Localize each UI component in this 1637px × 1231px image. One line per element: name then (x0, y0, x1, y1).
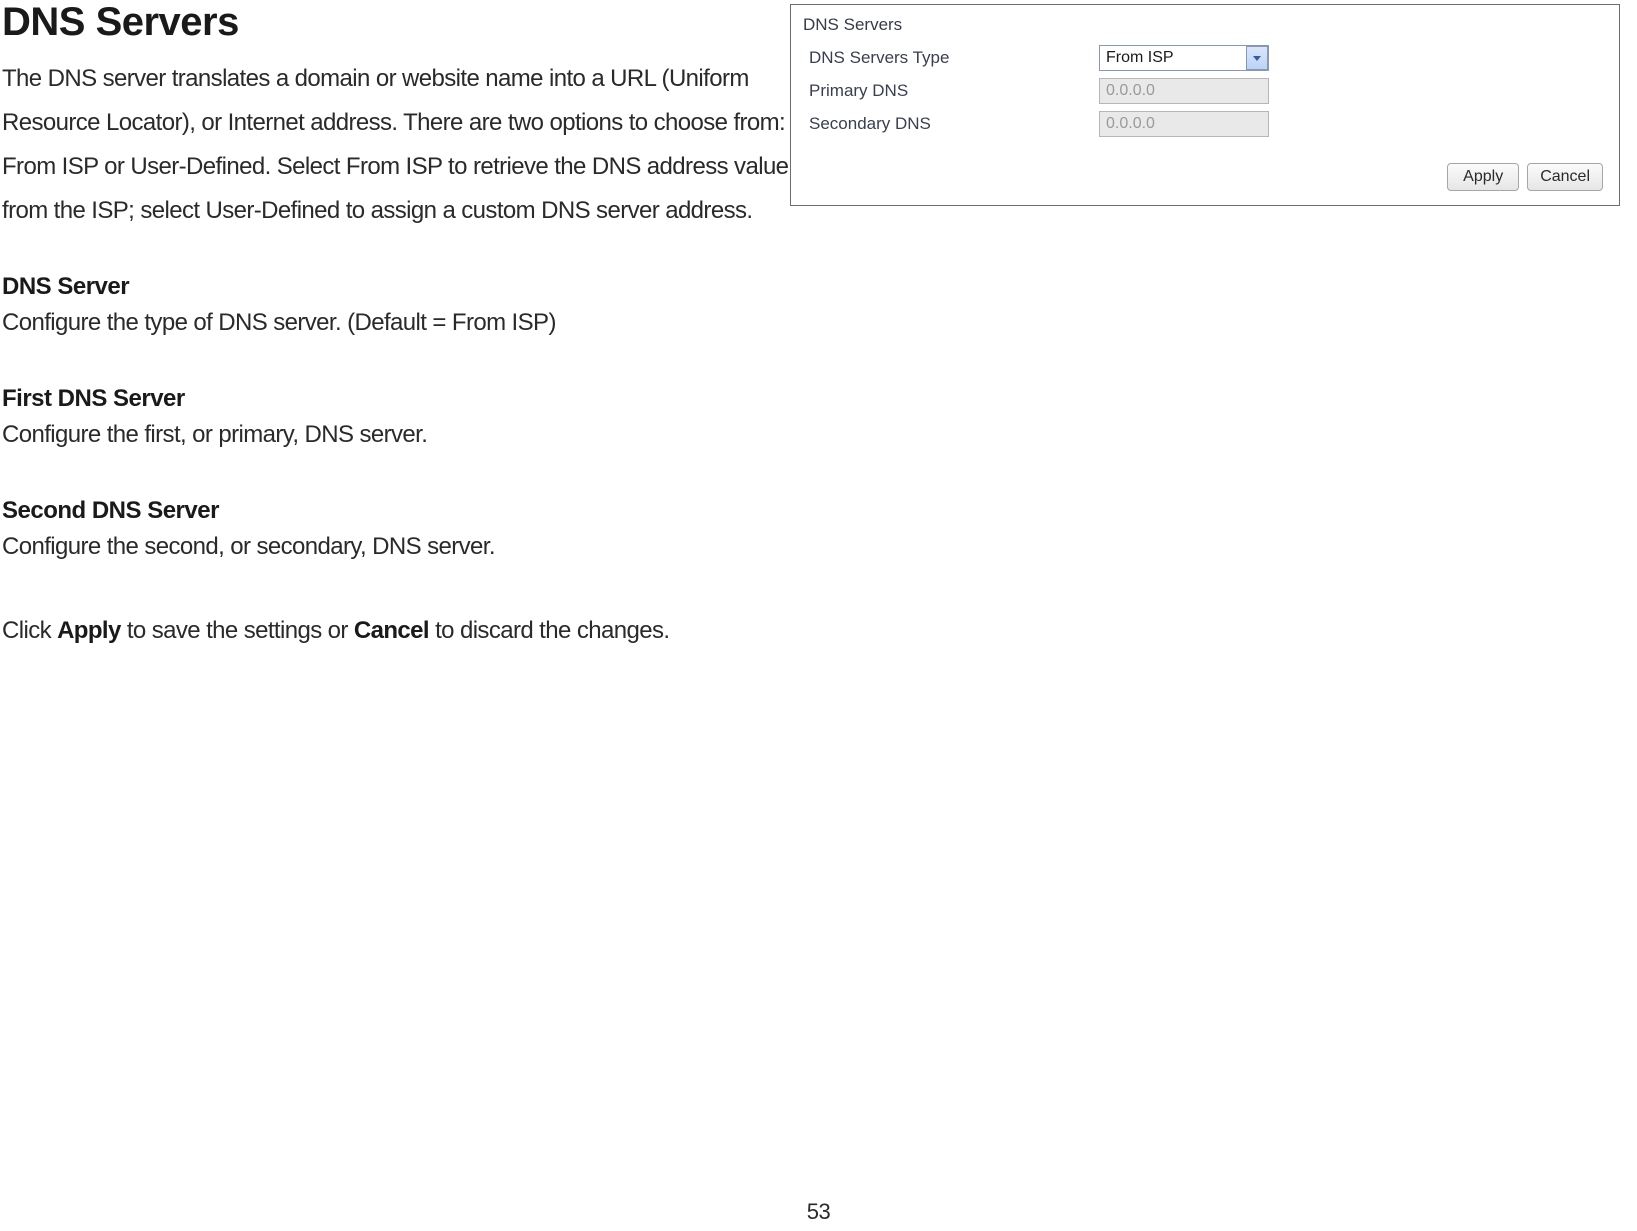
cancel-button[interactable]: Cancel (1527, 163, 1603, 191)
secondary-dns-input[interactable]: 0.0.0.0 (1099, 111, 1269, 137)
section-body-first-dns: Configure the first, or primary, DNS ser… (2, 413, 790, 457)
dns-type-select[interactable]: From ISP (1099, 45, 1269, 71)
section-body-second-dns: Configure the second, or secondary, DNS … (2, 525, 790, 569)
button-row: Apply Cancel (803, 163, 1607, 191)
dns-servers-panel: DNS Servers DNS Servers Type From ISP Pr… (790, 4, 1620, 206)
label-dns-type: DNS Servers Type (809, 48, 1099, 68)
label-secondary-dns: Secondary DNS (809, 114, 1099, 134)
intro-paragraph: The DNS server translates a domain or we… (2, 57, 790, 233)
final-text-post: to discard the changes. (429, 617, 669, 644)
panel-title: DNS Servers (803, 15, 1607, 35)
page-number: 53 (807, 1199, 830, 1225)
section-heading-second-dns: Second DNS Server (2, 497, 790, 525)
section-heading-dns-server: DNS Server (2, 273, 790, 301)
row-dns-type: DNS Servers Type From ISP (803, 45, 1607, 71)
page-title: DNS Servers (2, 0, 790, 45)
chevron-down-icon[interactable] (1246, 46, 1268, 70)
label-primary-dns: Primary DNS (809, 81, 1099, 101)
section-body-dns-server: Configure the type of DNS server. (Defau… (2, 301, 790, 345)
primary-dns-input[interactable]: 0.0.0.0 (1099, 78, 1269, 104)
final-bold-apply: Apply (57, 617, 121, 644)
row-secondary-dns: Secondary DNS 0.0.0.0 (803, 111, 1607, 137)
section-heading-first-dns: First DNS Server (2, 385, 790, 413)
dns-type-value[interactable]: From ISP (1099, 45, 1269, 71)
final-text-pre: Click (2, 617, 57, 644)
row-primary-dns: Primary DNS 0.0.0.0 (803, 78, 1607, 104)
final-text-mid: to save the settings or (121, 617, 354, 644)
final-paragraph: Click Apply to save the settings or Canc… (2, 609, 790, 653)
apply-button[interactable]: Apply (1447, 163, 1519, 191)
final-bold-cancel: Cancel (354, 617, 429, 644)
